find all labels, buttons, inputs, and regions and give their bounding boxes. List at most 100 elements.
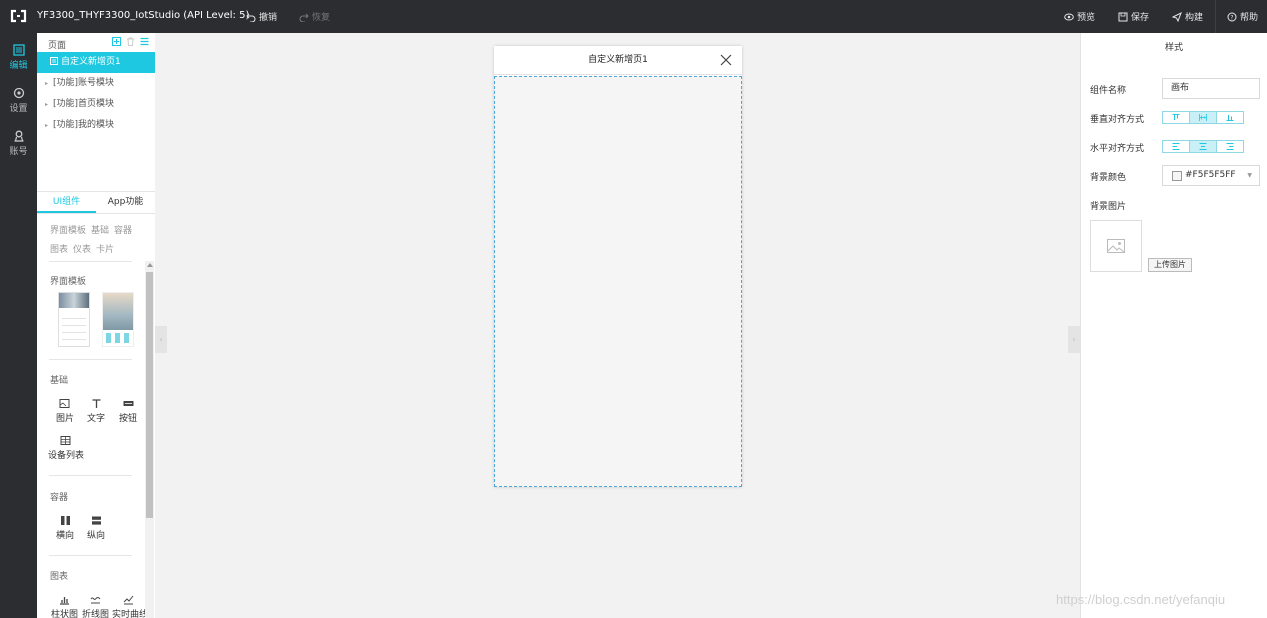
phone-page-title: 自定义新增页1	[588, 55, 648, 65]
redo-label: 恢复	[312, 13, 331, 23]
divider	[49, 555, 132, 556]
component-label: 折线图	[82, 610, 110, 618]
save-button[interactable]: 保存	[1118, 10, 1149, 23]
section-title-container: 容器	[50, 493, 69, 503]
phone-canvas-body[interactable]	[494, 76, 742, 487]
image-icon	[59, 399, 69, 408]
filter-gauge[interactable]: 仪表	[73, 245, 91, 255]
align-center-icon	[1199, 143, 1207, 150]
filter-chart[interactable]: 图表	[50, 245, 68, 255]
align-left-button[interactable]	[1163, 141, 1190, 152]
chevron-right-icon: ›	[1072, 335, 1076, 344]
menu-icon[interactable]	[140, 37, 149, 46]
component-filters: 界面模板 基础 容器 图表 仪表 卡片	[37, 214, 155, 260]
component-button[interactable]: 按钮	[118, 398, 138, 424]
tab-app-features[interactable]: App功能	[96, 192, 155, 213]
component-label: 横向	[56, 531, 75, 541]
scrollbar-thumb[interactable]	[146, 272, 153, 518]
divider	[49, 359, 132, 360]
component-label: 文字	[86, 414, 105, 424]
bg-color-value: #F5F5F5FF	[1185, 170, 1236, 180]
page-item-label: [功能]首页模块	[53, 99, 115, 109]
rail-item-account[interactable]: 账号	[0, 127, 37, 165]
bg-image-preview[interactable]	[1090, 220, 1142, 272]
redo-button[interactable]: 恢复	[299, 10, 330, 23]
component-label: 设备列表	[48, 451, 85, 461]
rail-label: 编辑	[9, 61, 28, 71]
component-bar-chart[interactable]: 柱状图	[51, 594, 78, 618]
align-top-button[interactable]	[1163, 112, 1190, 123]
component-vertical[interactable]: 纵向	[87, 515, 105, 541]
align-middle-button[interactable]	[1190, 112, 1217, 123]
upload-image-button[interactable]: 上传图片	[1148, 258, 1192, 272]
bullet-icon: ▸	[45, 80, 49, 87]
filter-container[interactable]: 容器	[114, 226, 132, 236]
bg-color-picker[interactable]: #F5F5F5FF ▼	[1162, 165, 1260, 186]
chevron-left-icon: ‹	[159, 335, 163, 344]
page-item-home-module[interactable]: ▸ [功能]首页模块	[37, 94, 155, 115]
save-icon	[1118, 12, 1128, 21]
rail-item-edit[interactable]: 编辑	[0, 41, 37, 79]
chevron-down-icon: ▼	[1247, 172, 1252, 179]
component-name-input[interactable]: 画布	[1162, 78, 1260, 99]
components-panel: UI组件 App功能 界面模板 基础 容器 图表 仪表 卡片 界面模板 基础 图片 文字…	[37, 191, 155, 618]
horizontal-align-label: 水平对齐方式	[1090, 144, 1145, 154]
component-realtime-curve[interactable]: 实时曲线	[112, 594, 148, 618]
template-thumbnail-1[interactable]	[58, 292, 90, 347]
undo-button[interactable]: 撤销	[246, 10, 277, 23]
style-panel: 样式 组件名称 画布 垂直对齐方式 水平对齐方式 背景颜色 #F5F5F5FF …	[1080, 33, 1267, 618]
align-right-button[interactable]	[1217, 141, 1243, 152]
filter-basic[interactable]: 基础	[91, 226, 109, 236]
component-label: 按钮	[118, 414, 137, 424]
save-label: 保存	[1131, 13, 1150, 23]
divider	[49, 475, 132, 476]
thumbnail-stats	[106, 333, 130, 343]
scroll-up-icon[interactable]	[147, 263, 153, 267]
collapse-left-panel-handle[interactable]: ‹	[155, 326, 167, 353]
component-label: 图片	[56, 414, 75, 424]
page-item-custom-1[interactable]: 自定义新增页1	[37, 52, 155, 73]
filter-card[interactable]: 卡片	[96, 245, 114, 255]
rail-item-settings[interactable]: 设置	[0, 84, 37, 122]
thumbnail-list	[62, 312, 86, 346]
phone-header: 自定义新增页1	[494, 46, 742, 75]
project-title: YF3300_THYF3300_IotStudio (API Level: 5)	[37, 10, 250, 21]
account-icon	[14, 130, 23, 142]
build-label: 构建	[1185, 13, 1204, 23]
collapse-right-panel-handle[interactable]: ›	[1068, 326, 1080, 353]
align-bottom-button[interactable]	[1217, 112, 1243, 123]
page-icon	[50, 57, 58, 65]
help-button[interactable]: ? 帮助	[1227, 10, 1258, 23]
page-item-label: [功能]我的模块	[53, 120, 115, 130]
bullet-icon: ▸	[45, 122, 49, 129]
component-image[interactable]: 图片	[56, 398, 75, 424]
preview-label: 预览	[1077, 13, 1096, 23]
template-thumbnail-2[interactable]	[102, 292, 134, 347]
filter-template[interactable]: 界面模板	[50, 226, 86, 236]
bg-image-label: 背景图片	[1090, 202, 1127, 212]
page-item-label: 自定义新增页1	[61, 57, 121, 67]
send-icon	[1172, 11, 1182, 22]
delete-page-icon[interactable]	[126, 37, 135, 46]
tab-ui-components[interactable]: UI组件	[37, 192, 96, 213]
add-page-icon[interactable]	[112, 37, 121, 46]
thumbnail-banner	[59, 293, 89, 308]
close-icon[interactable]	[720, 54, 732, 66]
table-icon	[60, 436, 70, 445]
component-name-value: 画布	[1171, 83, 1190, 93]
page-item-account-module[interactable]: ▸ [功能]账号模块	[37, 73, 155, 94]
component-device-list[interactable]: 设备列表	[48, 435, 85, 461]
text-icon	[92, 399, 100, 408]
rows-icon	[91, 516, 101, 525]
component-text[interactable]: 文字	[86, 398, 106, 424]
component-horizontal[interactable]: 横向	[56, 515, 74, 541]
rail-label: 设置	[9, 104, 28, 114]
components-scrollbar[interactable]	[145, 261, 154, 618]
page-item-mine-module[interactable]: ▸ [功能]我的模块	[37, 115, 155, 136]
align-center-button[interactable]	[1190, 141, 1217, 152]
build-button[interactable]: 构建	[1172, 10, 1203, 23]
component-line-chart[interactable]: 折线图	[82, 594, 110, 618]
columns-icon	[60, 516, 70, 525]
preview-button[interactable]: 预览	[1064, 10, 1095, 23]
rail-label: 账号	[9, 147, 28, 157]
